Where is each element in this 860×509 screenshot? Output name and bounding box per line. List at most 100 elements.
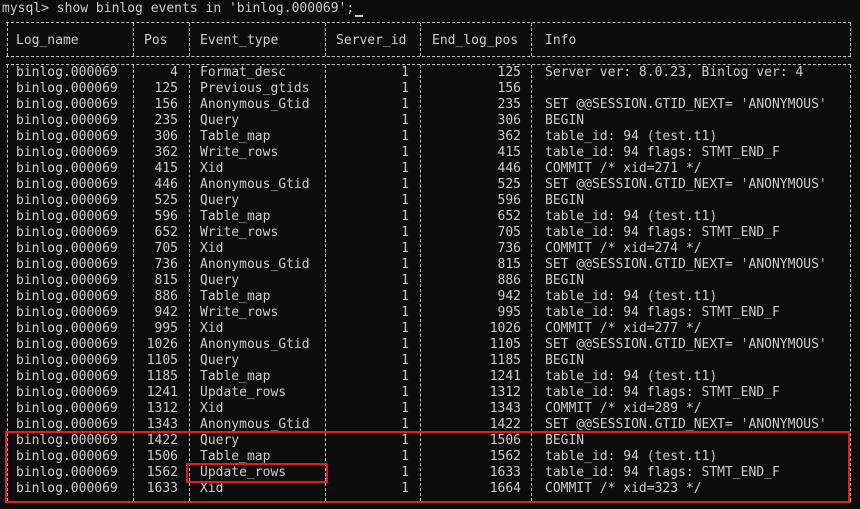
column-header-event-type: Event_type [200,33,279,48]
table-cell-server-id: 1 [401,401,409,416]
table-cell-end-log-pos: 1312 [489,385,521,400]
table-cell-event-type: Query [200,353,240,368]
table-cell-event-type: Xid [200,321,224,336]
table-cell-server-id: 1 [401,225,409,240]
table-cell-event-type: Table_map [200,289,271,304]
table-cell-info: BEGIN [545,353,585,368]
table-cell-end-log-pos: 125 [497,65,521,80]
table-cell-info: table_id: 94 (test.t1) [545,129,718,144]
table-cell-event-type: Write_rows [200,145,279,160]
command-text: mysql> show binlog events in 'binlog.000… [2,1,355,16]
table-cell-event-type: Write_rows [200,305,279,320]
table-cell-end-log-pos: 995 [497,305,521,320]
table-cell-log-name: binlog.000069 [16,65,118,80]
table-cell-log-name: binlog.000069 [16,321,118,336]
table-cell-event-type: Xid [200,161,224,176]
table-column-separator [7,23,8,56]
table-cell-server-id: 1 [401,65,409,80]
table-cell-pos: 525 [154,193,178,208]
table-cell-pos: 705 [154,241,178,256]
table-cell-pos: 995 [154,321,178,336]
cursor-caret [355,15,364,17]
table-column-separator [420,23,421,56]
column-header-server-id: Server_id [336,33,407,48]
table-cell-info: table_id: 94 (test.t1) [545,209,718,224]
table-cell-log-name: binlog.000069 [16,241,118,256]
table-column-separator [325,23,326,56]
column-header-end-log-pos: End_log_pos [432,33,519,48]
table-cell-info: table_id: 94 flags: STMT_END_F [545,225,780,240]
table-cell-event-type: Xid [200,401,224,416]
table-cell-log-name: binlog.000069 [16,113,118,128]
table-cell-end-log-pos: 596 [497,193,521,208]
table-cell-info: BEGIN [545,193,585,208]
table-cell-info: SET @@SESSION.GTID_NEXT= 'ANONYMOUS' [545,177,827,192]
table-cell-pos: 1105 [146,353,178,368]
table-cell-event-type: Update_rows [200,385,287,400]
table-cell-log-name: binlog.000069 [16,385,118,400]
table-cell-pos: 1026 [146,337,178,352]
table-cell-pos: 815 [154,273,178,288]
table-cell-event-type: Query [200,273,240,288]
command-prompt-line: mysql> show binlog events in 'binlog.000… [2,1,364,17]
table-cell-event-type: Anonymous_Gtid [200,97,310,112]
table-cell-end-log-pos: 362 [497,129,521,144]
table-column-separator [531,23,532,56]
table-column-separator [850,23,851,56]
table-cell-server-id: 1 [401,369,409,384]
table-cell-log-name: binlog.000069 [16,145,118,160]
table-cell-info: BEGIN [545,273,585,288]
table-cell-server-id: 1 [401,113,409,128]
table-cell-info: table_id: 94 (test.t1) [545,369,718,384]
table-cell-log-name: binlog.000069 [16,273,118,288]
table-cell-log-name: binlog.000069 [16,353,118,368]
table-cell-server-id: 1 [401,161,409,176]
table-cell-event-type: Anonymous_Gtid [200,257,310,272]
table-cell-event-type: Write_rows [200,225,279,240]
table-cell-end-log-pos: 815 [497,257,521,272]
table-cell-pos: 415 [154,161,178,176]
column-header-log-name: Log_name [16,33,79,48]
table-cell-pos: 596 [154,209,178,224]
table-cell-log-name: binlog.000069 [16,337,118,352]
table-cell-log-name: binlog.000069 [16,97,118,112]
highlight-box-last-transaction [5,431,850,503]
table-border-line [6,56,851,57]
table-cell-log-name: binlog.000069 [16,401,118,416]
table-cell-info: Server ver: 8.0.23, Binlog ver: 4 [545,65,804,80]
terminal-window[interactable]: mysql> show binlog events in 'binlog.000… [0,0,860,509]
table-cell-server-id: 1 [401,273,409,288]
table-cell-server-id: 1 [401,209,409,224]
table-cell-pos: 306 [154,129,178,144]
table-cell-info: SET @@SESSION.GTID_NEXT= 'ANONYMOUS' [545,337,827,352]
table-column-separator [189,23,190,56]
table-cell-log-name: binlog.000069 [16,81,118,96]
table-cell-log-name: binlog.000069 [16,177,118,192]
table-column-separator [133,23,134,56]
table-cell-pos: 1185 [146,369,178,384]
table-cell-server-id: 1 [401,257,409,272]
table-cell-server-id: 1 [401,177,409,192]
table-cell-pos: 942 [154,305,178,320]
table-cell-info: table_id: 94 (test.t1) [545,289,718,304]
table-cell-end-log-pos: 156 [497,81,521,96]
table-cell-info: table_id: 94 flags: STMT_END_F [545,305,780,320]
table-cell-event-type: Previous_gtids [200,81,310,96]
table-cell-log-name: binlog.000069 [16,257,118,272]
table-cell-event-type: Format_desc [200,65,287,80]
table-cell-end-log-pos: 1105 [489,337,521,352]
table-cell-end-log-pos: 525 [497,177,521,192]
table-cell-event-type: Table_map [200,369,271,384]
table-cell-end-log-pos: 306 [497,113,521,128]
table-cell-event-type: Anonymous_Gtid [200,177,310,192]
table-cell-log-name: binlog.000069 [16,161,118,176]
table-cell-pos: 235 [154,113,178,128]
table-cell-event-type: Query [200,193,240,208]
table-cell-info: COMMIT /* xid=277 */ [545,321,702,336]
table-cell-info: SET @@SESSION.GTID_NEXT= 'ANONYMOUS' [545,97,827,112]
table-cell-pos: 156 [154,97,178,112]
table-cell-log-name: binlog.000069 [16,369,118,384]
table-cell-end-log-pos: 1241 [489,369,521,384]
table-cell-info: COMMIT /* xid=289 */ [545,401,702,416]
column-header-pos: Pos [144,33,168,48]
